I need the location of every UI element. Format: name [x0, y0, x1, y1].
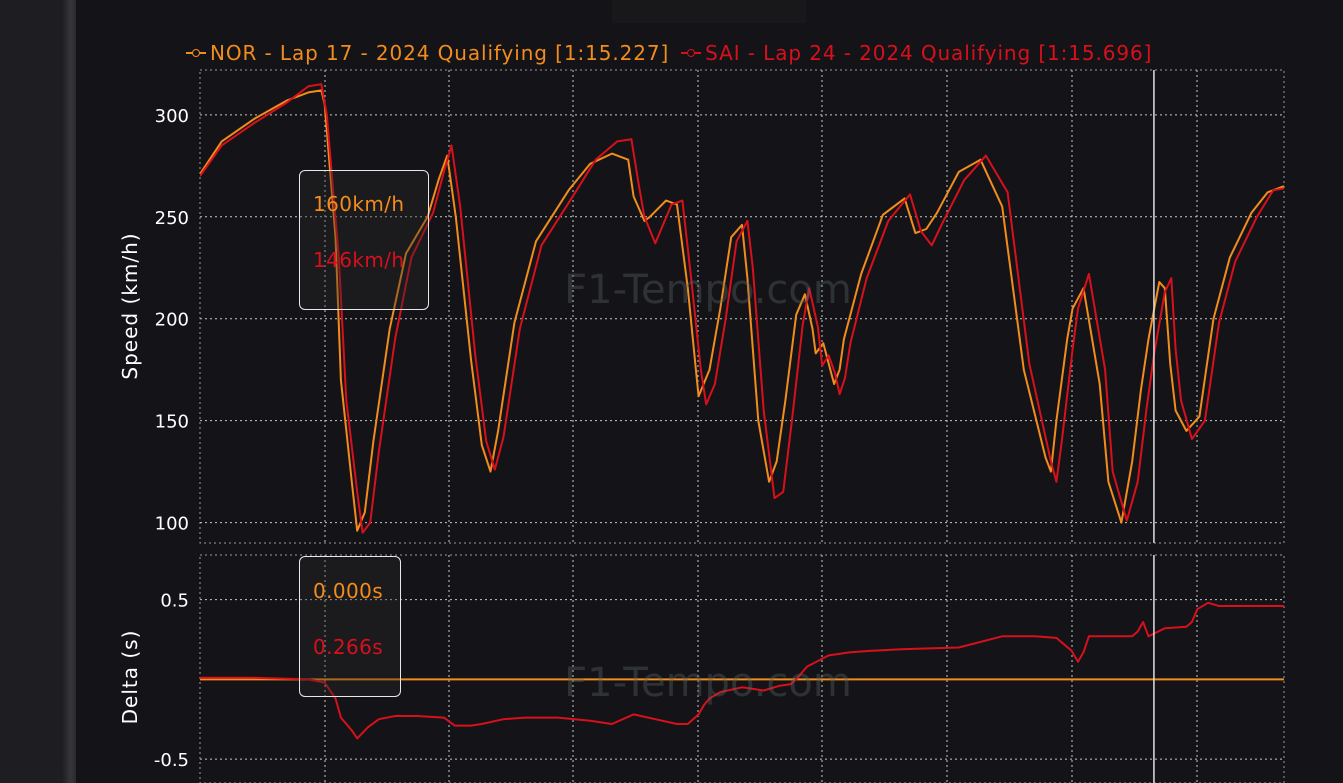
- delta-axis-title: Delta (s): [118, 630, 142, 725]
- telemetry-chart[interactable]: 100 150 200 250 300 0.5 -0.5 Speed (km/h) Del…: [0, 0, 1343, 783]
- legend-marker-icon: [186, 47, 206, 59]
- speed-y-axis-label: Speed (km/h): [118, 232, 142, 379]
- legend-label-sai: SAI - Lap 24 - 2024 Qualifying [1:15.696…: [705, 41, 1153, 65]
- legend-label-nor: NOR - Lap 17 - 2024 Qualifying [1:15.227…: [210, 41, 670, 65]
- speed-tick-label: 300: [155, 106, 189, 127]
- legend-item-sai[interactable]: SAI - Lap 24 - 2024 Qualifying [1:15.696…: [681, 41, 1152, 65]
- speed-tick-label: 150: [155, 412, 189, 433]
- speed-tick-label: 100: [155, 514, 189, 535]
- speed-tick-label: 250: [155, 208, 189, 229]
- delta-tooltip: 0.000s 0.266s: [299, 556, 401, 697]
- delta-tick-label: 0.5: [160, 591, 189, 612]
- tooltip-speed-nor: 160km/h: [313, 192, 405, 216]
- speed-tick-label: 200: [155, 310, 189, 331]
- watermark-delta: F1-Tempo.com: [564, 660, 852, 706]
- speed-axis-title: Speed (km/h): [118, 232, 142, 379]
- watermark-speed: F1-Tempo.com: [564, 267, 852, 313]
- tooltip-delta-sai: 0.266s: [313, 635, 384, 659]
- tooltip-delta-nor: 0.000s: [313, 579, 384, 603]
- legend: NOR - Lap 17 - 2024 Qualifying [1:15.227…: [186, 40, 1152, 66]
- delta-tick-label: -0.5: [154, 750, 189, 771]
- tooltip-speed-sai: 146km/h: [313, 248, 405, 272]
- legend-marker-icon: [681, 47, 702, 59]
- delta-y-axis-label: Delta (s): [118, 630, 142, 725]
- legend-item-nor[interactable]: NOR - Lap 17 - 2024 Qualifying [1:15.227…: [186, 41, 669, 65]
- speed-tooltip: 160km/h 146km/h: [299, 170, 429, 310]
